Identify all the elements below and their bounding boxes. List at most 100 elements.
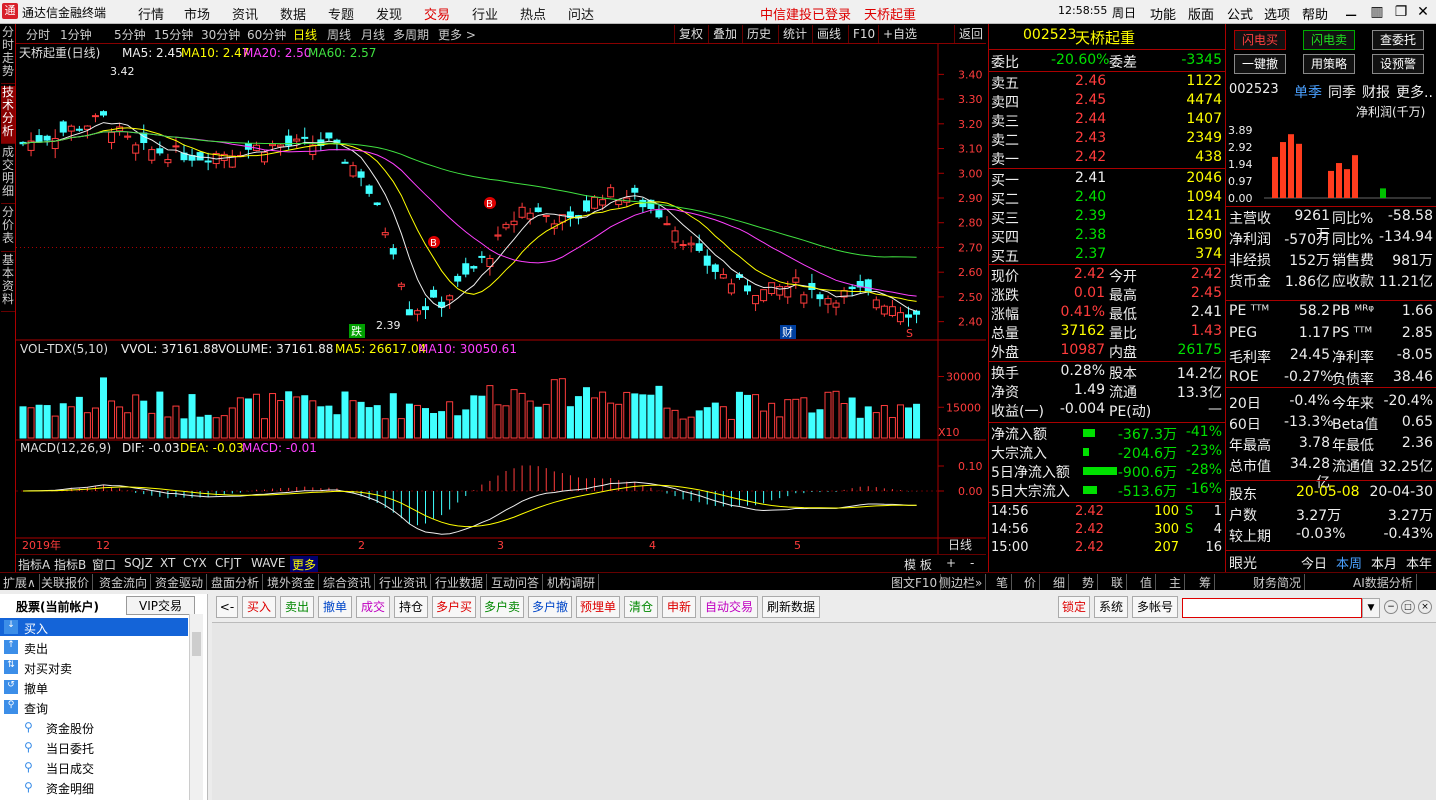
tab-cyx[interactable]: CYX [183, 556, 207, 570]
tab-wave[interactable]: WAVE [251, 556, 285, 570]
maximize-icon[interactable]: ❐ [1390, 2, 1412, 22]
menu-jiaoyi[interactable]: 交易 [424, 4, 450, 23]
back-button[interactable]: 返回 [954, 25, 983, 43]
vtab-fenjia[interactable]: 分价表 [1, 206, 15, 252]
close-icon[interactable]: ✕ [1412, 2, 1434, 22]
menu-bangzhu[interactable]: 帮助 [1302, 4, 1328, 23]
template-button[interactable]: 模 板 [904, 556, 932, 573]
tree-query[interactable]: 查询 [24, 700, 48, 717]
system-button[interactable]: 系统 [1094, 596, 1128, 618]
tree-today-deals[interactable]: 当日成交 [46, 760, 94, 777]
tree-funds-holdings[interactable]: 资金股份 [46, 720, 94, 737]
vtab-jiben[interactable]: 基本资料 [1, 254, 15, 312]
use-strategy-button[interactable]: 用策略 [1303, 54, 1355, 74]
qtab-zhi[interactable]: 值 [1137, 574, 1157, 591]
panel-close-icon[interactable]: × [1418, 600, 1432, 614]
fuquan-button[interactable]: 复权 [674, 25, 703, 43]
tab-expand[interactable]: 扩展∧ [0, 574, 40, 591]
history-button[interactable]: 历史 [742, 25, 771, 43]
tree-fund-details[interactable]: 资金明细 [46, 780, 94, 797]
menu-wenda[interactable]: 问达 [568, 4, 594, 23]
menu-xuanxiang[interactable]: 选项 [1264, 4, 1290, 23]
flash-sell-button[interactable]: 闪电卖 [1303, 30, 1355, 50]
fintab-ai[interactable]: AI数据分析 [1350, 574, 1417, 591]
trade-toolbar-button[interactable]: 多户撤 [528, 596, 572, 618]
tab-related-quotes[interactable]: 关联报价 [38, 574, 94, 591]
menu-gongshi[interactable]: 公式 [1227, 4, 1253, 23]
tab-capital-drive[interactable]: 资金驱动 [152, 574, 208, 591]
add-watchlist-button[interactable]: +自选 [878, 25, 917, 43]
tree-cancel[interactable]: 撤单 [24, 680, 48, 697]
menu-shuju[interactable]: 数据 [280, 4, 306, 23]
restore-icon[interactable]: ▥ [1366, 2, 1388, 22]
qtab-jia[interactable]: 价 [1021, 574, 1041, 591]
menu-shichang[interactable]: 市场 [184, 4, 210, 23]
tab-foreign-capital[interactable]: 境外资金 [264, 574, 320, 591]
tab-qa[interactable]: 互动问答 [488, 574, 544, 591]
period-week[interactable]: 周线 [327, 26, 351, 43]
tree-today-orders[interactable]: 当日委托 [46, 740, 94, 757]
lock-button[interactable]: 锁定 [1058, 596, 1090, 618]
menu-zixun[interactable]: 资讯 [232, 4, 258, 23]
tree-scrollbar[interactable] [189, 614, 203, 800]
tab-capital-flow[interactable]: 资金流向 [96, 574, 152, 591]
tab-sqjz[interactable]: SQJZ [124, 556, 153, 570]
trade-toolbar-button[interactable]: 多户买 [432, 596, 476, 618]
eye-year[interactable]: 本年 [1406, 553, 1432, 572]
menu-hangye[interactable]: 行业 [472, 4, 498, 23]
fintab-summary[interactable]: 财务简况 [1250, 574, 1306, 591]
trade-toolbar-button[interactable]: 刷新数据 [762, 596, 820, 618]
trade-toolbar-button[interactable]: 卖出 [280, 596, 314, 618]
menu-faxian[interactable]: 发现 [376, 4, 402, 23]
tab-f10[interactable]: 图文F10 [888, 574, 942, 591]
fin-tab-more[interactable]: 更多.. [1396, 82, 1433, 102]
sidebar-toggle[interactable]: 侧边栏» [936, 574, 987, 591]
menu-redian[interactable]: 热点 [520, 4, 546, 23]
minimize-icon[interactable]: ⚊ [1340, 2, 1362, 22]
tab-indicator-a[interactable]: 指标A [18, 556, 50, 573]
tab-industry-news[interactable]: 行业资讯 [376, 574, 432, 591]
menu-gongneng[interactable]: 功能 [1150, 4, 1176, 23]
period-month[interactable]: 月线 [361, 26, 385, 43]
tab-research[interactable]: 机构调研 [544, 574, 600, 591]
scroll-thumb[interactable] [192, 632, 201, 656]
tab-window[interactable]: 窗口 [92, 556, 116, 573]
eye-today[interactable]: 今日 [1301, 553, 1327, 572]
trade-toolbar-button[interactable]: 多户卖 [480, 596, 524, 618]
set-alert-button[interactable]: 设预警 [1372, 54, 1424, 74]
vip-trade-button[interactable]: VIP交易 [126, 596, 195, 615]
kline-chart[interactable]: 天桥起重(日线) MA5: 2.45 MA10: 2.47 MA20: 2.50… [16, 44, 986, 554]
panel-minimize-icon[interactable]: − [1384, 600, 1398, 614]
tab-industry-data[interactable]: 行业数据 [432, 574, 488, 591]
period-15min[interactable]: 15分钟 [154, 26, 193, 43]
trade-toolbar-button[interactable]: 自动交易 [700, 596, 758, 618]
trade-toolbar-button[interactable]: 撤单 [318, 596, 352, 618]
trade-toolbar-button[interactable]: 成交 [356, 596, 390, 618]
tab-xt[interactable]: XT [160, 556, 175, 570]
diejia-button[interactable]: 叠加 [708, 25, 737, 43]
fin-tab-same[interactable]: 同季 [1328, 82, 1356, 102]
stock-notice[interactable]: 天桥起重 [864, 4, 916, 23]
vtab-chengjiao[interactable]: 成交明细 [1, 146, 15, 204]
flash-buy-button[interactable]: 闪电买 [1234, 30, 1286, 50]
tree-sell[interactable]: 卖出 [24, 640, 48, 657]
period-multi[interactable]: 多周期 [393, 26, 429, 43]
qtab-xi[interactable]: 细 [1050, 574, 1070, 591]
vtab-fenshi[interactable]: 分时走势 [1, 26, 15, 84]
period-fenshi[interactable]: 分时 [26, 26, 50, 43]
fin-tab-single[interactable]: 单季 [1294, 82, 1322, 102]
period-30min[interactable]: 30分钟 [201, 26, 240, 43]
stats-button[interactable]: 统计 [778, 25, 807, 43]
qtab-bi[interactable]: 笔 [993, 574, 1013, 591]
tree-buy[interactable]: 买入 [24, 620, 48, 637]
period-5min[interactable]: 5分钟 [114, 26, 146, 43]
zoom-in-button[interactable]: + [946, 556, 956, 570]
period-more[interactable]: 更多 > [438, 26, 476, 43]
tab-cfjt[interactable]: CFJT [215, 556, 241, 570]
one-click-cancel-button[interactable]: 一键撤 [1234, 54, 1286, 74]
fin-tab-report[interactable]: 财报 [1362, 82, 1390, 102]
trade-toolbar-button[interactable]: 申新 [662, 596, 696, 618]
eye-month[interactable]: 本月 [1371, 553, 1397, 572]
qtab-lian[interactable]: 联 [1108, 574, 1128, 591]
tab-news[interactable]: 综合资讯 [320, 574, 376, 591]
